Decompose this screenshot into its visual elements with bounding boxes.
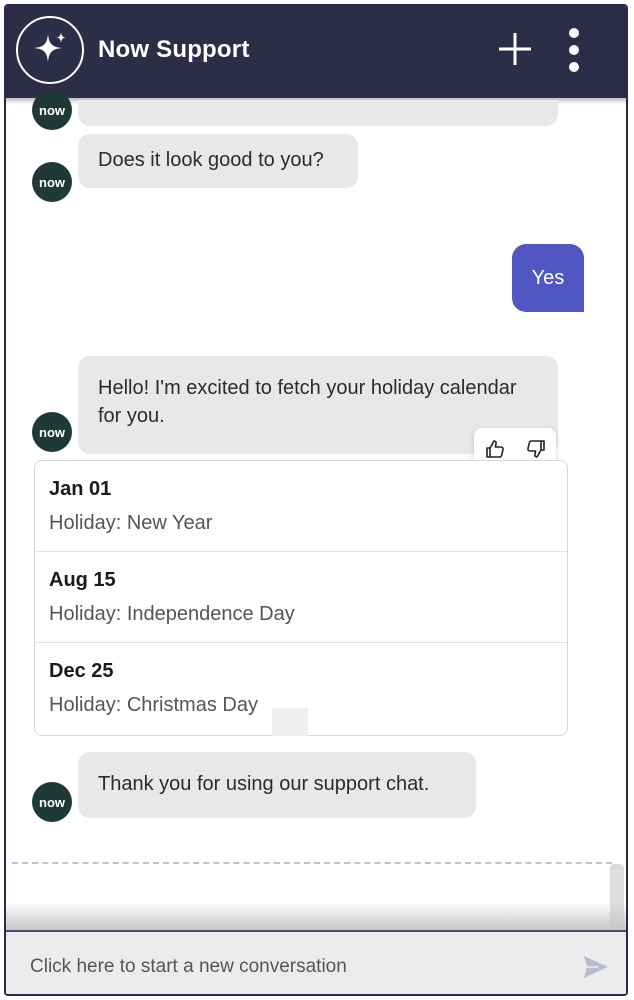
bot-message-bubble: Does it look good to you? [78,134,358,188]
bot-avatar: now [32,162,72,202]
bot-avatar: now [32,782,72,822]
avatar-label: now [39,174,65,190]
assistant-logo [16,16,84,84]
bot-message-text: Hello! I'm excited to fetch your holiday… [98,377,517,427]
avatar-label: now [39,102,65,118]
new-chat-button[interactable] [496,30,534,68]
plus-icon [499,33,531,65]
more-options-button[interactable] [562,26,586,74]
previous-message-bubble [78,100,558,126]
new-conversation-bar[interactable]: Click here to start a new conversation [6,930,626,994]
chat-window: Now Support now now Does it look good to… [4,4,628,996]
holiday-list-card: Jan 01 Holiday: New Year Aug 15 Holiday:… [34,460,568,736]
avatar-label: now [39,424,65,440]
composer-shadow [6,902,626,930]
kebab-menu-icon [569,28,579,72]
thumbs-up-button[interactable] [483,437,507,461]
holiday-description: Holiday: New Year [49,512,213,534]
thumbs-down-icon [526,440,545,458]
chat-header: Now Support [6,6,626,98]
avatar-label: now [39,794,65,810]
user-message-bubble: Yes [512,244,584,312]
holiday-date: Aug 15 [49,569,116,591]
bot-message-bubble: Thank you for using our support chat. [78,752,476,818]
holiday-row[interactable]: Aug 15 Holiday: Independence Day [35,552,567,643]
holiday-date: Jan 01 [49,478,112,500]
user-message-text: Yes [531,266,565,289]
composer-placeholder: Click here to start a new conversation [30,956,347,977]
bot-message-text: Does it look good to you? [98,149,324,171]
bot-avatar: now [32,90,72,130]
header-title: Now Support [98,36,250,63]
holiday-description: Holiday: Independence Day [49,603,295,625]
holiday-date: Dec 25 [49,660,114,682]
bot-message-text: Thank you for using our support chat. [98,773,430,795]
highlight-artifact [272,708,308,736]
holiday-row[interactable]: Jan 01 Holiday: New Year [35,461,567,552]
send-button[interactable] [582,954,610,980]
holiday-description: Holiday: Christmas Day [49,694,258,716]
thumbs-down-button[interactable] [524,437,548,461]
send-icon [584,956,608,978]
sparkle-icon [34,32,66,62]
bot-avatar: now [32,412,72,452]
thumbs-up-icon [485,440,504,458]
conversation-end-divider [12,862,612,864]
